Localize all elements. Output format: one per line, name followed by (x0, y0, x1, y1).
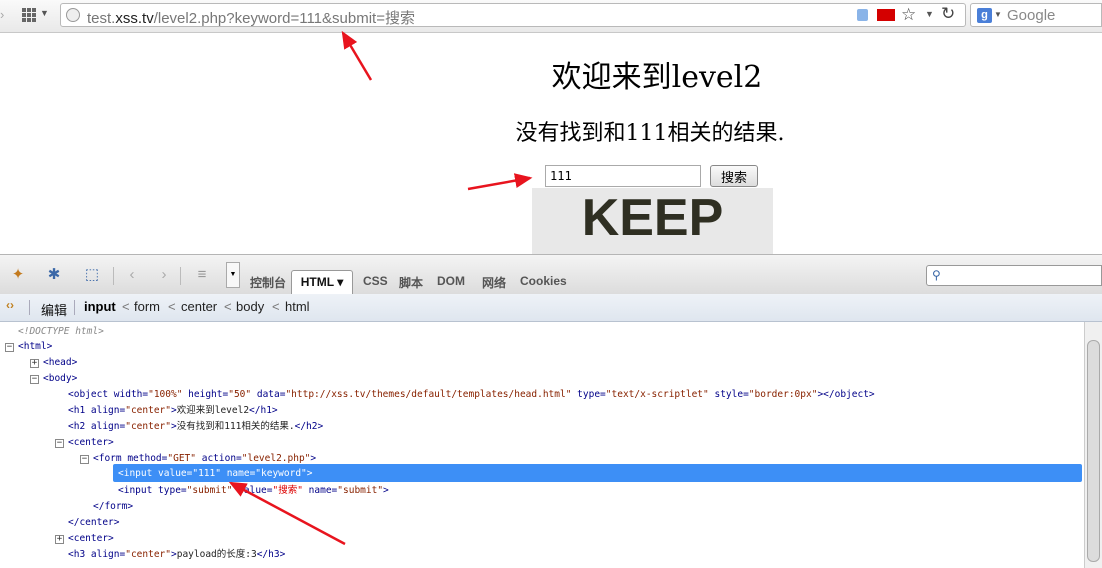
url-arrow (341, 30, 373, 81)
input-arrow (467, 173, 533, 191)
dom-node-arrow (228, 481, 346, 546)
annotation-arrows (228, 30, 533, 546)
